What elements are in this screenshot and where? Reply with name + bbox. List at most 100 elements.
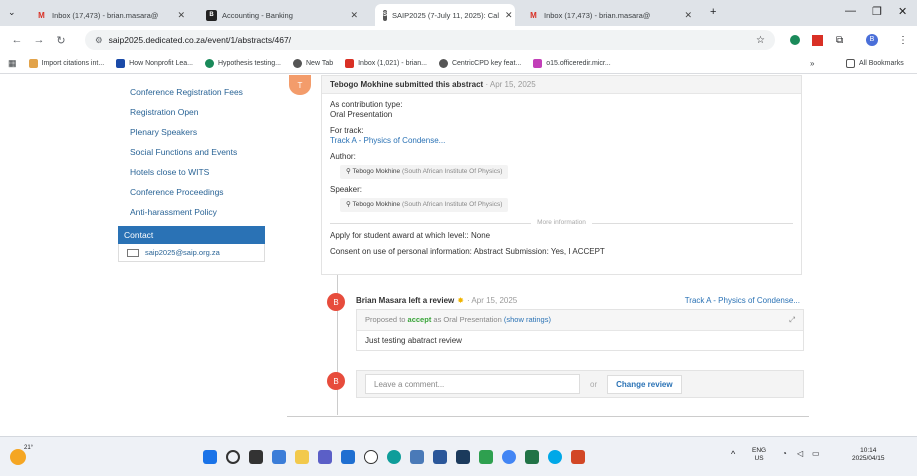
page-content: Conference Registration Fees Registratio…	[0, 75, 917, 435]
drive-icon[interactable]	[479, 450, 493, 464]
tab-gmail-1[interactable]: M Inbox (17,473) - brian.masara@ ✕	[28, 4, 193, 26]
all-bookmarks[interactable]: All Bookmarks	[846, 59, 904, 68]
sidebar-item-social-functions[interactable]: Social Functions and Events	[118, 142, 265, 162]
review-header: Brian Masara left a review ✸ · Apr 15, 2…	[356, 293, 804, 307]
tab-accounting[interactable]: B Accounting - Banking ✕	[198, 4, 366, 26]
calculator-icon[interactable]	[410, 450, 424, 464]
extensions-puzzle-icon[interactable]: ⧉	[836, 35, 843, 46]
tab-title: Inbox (17,473) - brian.masara@	[544, 10, 651, 20]
folder-icon	[846, 59, 855, 68]
sidebar-item-anti-harassment[interactable]: Anti-harassment Policy	[118, 202, 265, 222]
bookmark-item[interactable]: Hypothesis testing...	[204, 59, 281, 68]
excel-icon[interactable]	[525, 450, 539, 464]
chrome-icon[interactable]	[502, 450, 516, 464]
author-tag[interactable]: ⚲ Tebogo Mokhine (South African Institut…	[340, 165, 509, 179]
windows-taskbar: 21° ^ ENG US ◔ ◁ ▭ 10:14 2025/04/15	[0, 436, 917, 476]
sidebar-item-registration-open[interactable]: Registration Open	[118, 102, 265, 122]
reviewer-avatar: B	[327, 293, 345, 311]
teams-icon[interactable]	[318, 450, 332, 464]
task-view-icon[interactable]	[249, 450, 263, 464]
review-track-link[interactable]: Track A - Physics of Condense...	[685, 296, 800, 305]
globe-icon	[293, 59, 302, 68]
word-icon[interactable]	[433, 450, 447, 464]
volume-icon[interactable]: ◁	[797, 449, 803, 458]
clock[interactable]: 10:14 2025/04/15	[852, 447, 885, 463]
accounting-icon: B	[206, 9, 217, 21]
sidebar-item-hotels[interactable]: Hotels close to WITS	[118, 162, 265, 182]
edge-icon[interactable]	[387, 450, 401, 464]
bookmark-item[interactable]: o15.officeredir.micr...	[533, 59, 611, 68]
new-tab-button[interactable]: +	[710, 6, 716, 18]
track-label: For track:	[330, 126, 364, 135]
sidebar-item-plenary-speakers[interactable]: Plenary Speakers	[118, 122, 265, 142]
close-icon[interactable]: ✕	[678, 10, 692, 21]
bookmarks-bar: ▦ Import citations int... How Nonprofit …	[0, 54, 917, 74]
stock-icon[interactable]	[456, 450, 470, 464]
edit-icon[interactable]: ⤢	[789, 315, 795, 325]
store-icon[interactable]	[341, 450, 355, 464]
abstract-card-header: Tebogo Mokhine submitted this abstract ·…	[322, 76, 801, 94]
search-icon[interactable]	[226, 450, 240, 464]
gmail-icon: M	[38, 10, 45, 20]
tab-title: Inbox (17,473) - brian.masara@	[52, 10, 159, 20]
powerpoint-icon[interactable]	[571, 450, 585, 464]
close-window-icon[interactable]: ✕	[898, 5, 907, 18]
sidebar-menu: Conference Registration Fees Registratio…	[118, 75, 265, 262]
forward-icon[interactable]: →	[28, 34, 50, 46]
dell-icon[interactable]	[364, 450, 378, 464]
widgets-icon[interactable]	[272, 450, 286, 464]
extension-icon-1[interactable]	[790, 35, 800, 45]
tab-search-icon[interactable]: ⌄	[8, 7, 16, 18]
site-info-icon[interactable]: ⚙	[95, 35, 103, 46]
review-proposal: Proposed to accept as Oral Presentation …	[357, 310, 803, 331]
reviewer-action: Brian Masara left a review	[356, 295, 455, 305]
profile-avatar[interactable]: B	[866, 34, 878, 46]
close-icon[interactable]: ✕	[171, 10, 185, 21]
bookmark-item[interactable]: CentricCPD key feat...	[438, 59, 521, 68]
track-link[interactable]: Track A - Physics of Condense...	[330, 136, 445, 145]
tab-gmail-2[interactable]: M Inbox (17,473) - brian.masara@ ✕	[520, 4, 700, 26]
bookmark-item[interactable]: New Tab	[293, 59, 333, 68]
bookmark-star-icon[interactable]: ☆	[756, 35, 765, 46]
battery-icon[interactable]: ▭	[812, 449, 820, 458]
speaker-tag[interactable]: ⚲ Tebogo Mokhine (South African Institut…	[340, 198, 509, 212]
restore-icon[interactable]: ❐	[872, 5, 882, 18]
check-icon	[204, 59, 214, 68]
more-bookmarks-icon[interactable]: »	[810, 59, 814, 68]
extension-icon-2[interactable]	[812, 34, 823, 46]
globe-icon	[438, 59, 448, 68]
submission-date: · Apr 15, 2025	[485, 80, 536, 89]
tab-saip[interactable]: S SAIP2025 (7-July 11, 2025): Cal ✕	[375, 4, 515, 26]
change-review-button[interactable]: Change review	[607, 374, 682, 394]
comment-input[interactable]: Leave a comment...	[365, 374, 580, 394]
skype-icon[interactable]	[548, 450, 562, 464]
apps-icon[interactable]: ▦	[8, 58, 17, 69]
menu-icon[interactable]: ⋮	[898, 35, 908, 46]
bookmark-item[interactable]: Inbox (1,021) - brian...	[345, 59, 427, 68]
url-bar[interactable]: ⚙ saip2025.dedicated.co.za/event/1/abstr…	[85, 30, 775, 50]
reload-icon[interactable]: ↻	[50, 34, 72, 47]
start-icon[interactable]	[203, 450, 217, 464]
review-box: Proposed to accept as Oral Presentation …	[356, 309, 804, 351]
show-ratings-link[interactable]: (show ratings)	[504, 315, 551, 325]
sidebar-item-proceedings[interactable]: Conference Proceedings	[118, 182, 265, 202]
weather-icon[interactable]	[10, 449, 26, 465]
back-icon[interactable]: ←	[6, 34, 28, 46]
wifi-icon[interactable]: ◔	[782, 449, 787, 458]
tray-chevron-icon[interactable]: ^	[731, 449, 735, 459]
close-icon[interactable]: ✕	[344, 10, 358, 21]
contact-email-link[interactable]: saip2025@saip.org.za	[145, 248, 220, 257]
submitter-action: Tebogo Mokhine submitted this abstract	[330, 80, 484, 89]
bookmark-item[interactable]: Import citations int...	[28, 59, 104, 68]
review-date: · Apr 15, 2025	[466, 295, 518, 305]
language-indicator[interactable]: ENG US	[752, 447, 766, 463]
more-information-label: More information	[537, 219, 586, 226]
sidebar-item-registration-fees[interactable]: Conference Registration Fees	[118, 75, 265, 102]
contribution-type-value: Oral Presentation	[330, 110, 393, 119]
bookmark-item[interactable]: How Nonprofit Lea...	[116, 59, 193, 68]
accept-label: accept	[407, 315, 432, 324]
file-explorer-icon[interactable]	[295, 450, 309, 464]
minimize-icon[interactable]: —	[845, 5, 856, 17]
close-icon[interactable]: ✕	[499, 10, 513, 21]
comment-bar: Leave a comment... or Change review	[356, 370, 804, 398]
